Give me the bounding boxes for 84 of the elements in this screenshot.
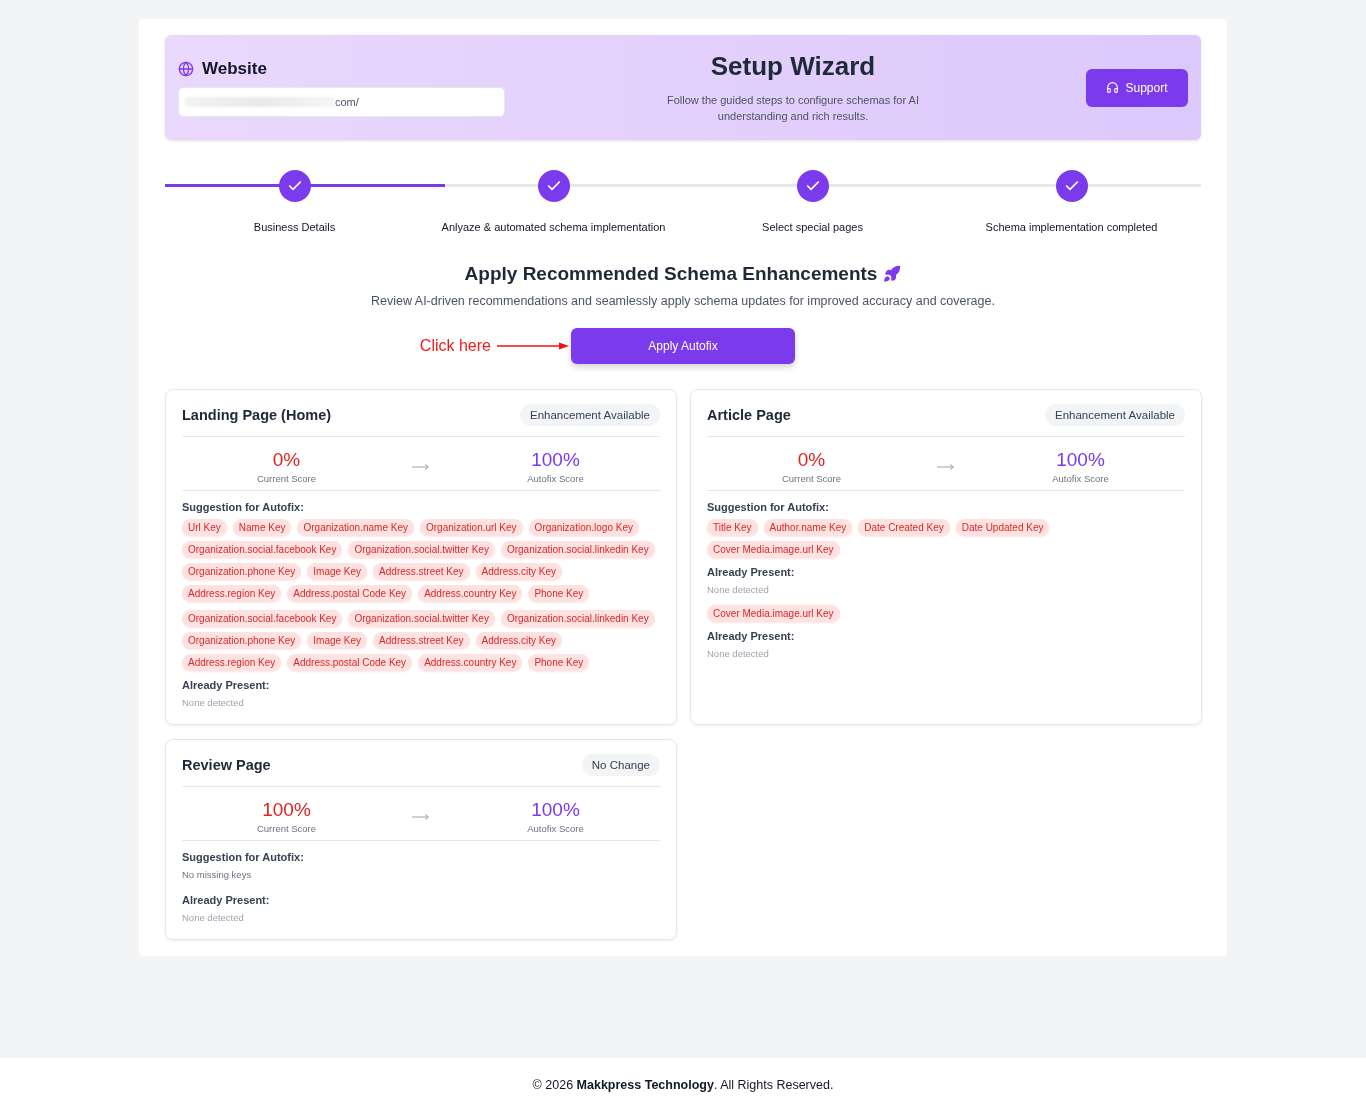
current-score: 0% [272, 449, 301, 471]
empty-note: None detected [182, 912, 245, 923]
key-tag: Address.city Key [475, 563, 563, 580]
section-heading: Suggestion for Autofix: [182, 501, 305, 513]
key-tag: Address.country Key [418, 585, 523, 602]
key-tag: Address.street Key [373, 563, 470, 580]
key-tag: Url Key [182, 519, 227, 536]
card-title: Review Page [182, 757, 271, 773]
key-tag: Address.region Key [182, 585, 282, 602]
section-heading: Already Present: [182, 894, 271, 906]
key-tag: Image Key [307, 632, 368, 649]
annotation-text: Click here [419, 337, 491, 355]
key-tag: Organization.phone Key [182, 632, 302, 649]
page-subtitle: Follow the guided steps to configure schemas for AI understanding and rich results. [666, 93, 920, 124]
section-description: Review AI-driven recommendations and seamlessly apply schema updates for improved accuracy and coverage. [371, 294, 995, 308]
key-tag: Organization.phone Key [182, 563, 302, 580]
autofix-score: 100% [1056, 449, 1105, 471]
copyright-text: © 2026 Makkpress Technology. All Rights Reserved. [532, 1078, 834, 1092]
section-heading: Already Present: [182, 679, 271, 691]
arrow-icon [412, 812, 430, 821]
empty-note: None detected [707, 584, 770, 595]
score-label: Autofix Score [1052, 473, 1109, 484]
key-tag: Address.postal Code Key [287, 654, 413, 671]
key-tag: Address.street Key [373, 632, 470, 649]
key-tag: Date Created Key [858, 519, 950, 536]
section-title: Apply Recommended Schema Enhancements [464, 263, 878, 285]
key-tag: Organization.social.twitter Key [348, 610, 495, 627]
key-tag: Organization.social.twitter Key [348, 541, 495, 558]
score-label: Autofix Score [527, 823, 584, 834]
section-heading: Already Present: [707, 566, 796, 578]
status-badge: Enhancement Available [1045, 404, 1185, 426]
status-badge: Enhancement Available [520, 404, 660, 426]
key-tag: Organization.social.linkedin Key [500, 610, 655, 627]
score-label: Current Score [256, 473, 317, 484]
support-button[interactable]: Support [1086, 68, 1188, 107]
key-tag: Cover Media.image.url Key [707, 541, 840, 558]
globe-icon [178, 60, 194, 77]
step-label: Select special pages [762, 221, 863, 233]
current-score: 100% [262, 799, 311, 821]
key-tag: Address.postal Code Key [287, 585, 413, 602]
empty-note: None detected [182, 697, 245, 708]
key-tag: Organization.name Key [297, 519, 414, 536]
autofix-score: 100% [531, 799, 580, 821]
website-field[interactable]: com/ [178, 86, 505, 117]
key-tag: Author.name Key [763, 519, 853, 536]
current-score: 0% [797, 449, 826, 471]
card-title: Article Page [707, 407, 791, 423]
section-heading: Already Present: [707, 630, 796, 642]
key-tag: Organization.social.facebook Key [182, 541, 343, 558]
key-tag: Organization.social.facebook Key [182, 610, 343, 627]
key-tag: Phone Key [528, 654, 590, 671]
key-tag: Address.region Key [182, 654, 282, 671]
score-label: Autofix Score [527, 473, 584, 484]
score-label: Current Score [256, 823, 317, 834]
status-text: No missing keys [182, 869, 253, 880]
section-heading: Suggestion for Autofix: [707, 501, 830, 513]
key-tag: Organization.logo Key [528, 519, 639, 536]
headset-icon [1106, 81, 1120, 94]
card-title: Landing Page (Home) [182, 407, 332, 423]
rocket-icon [883, 265, 902, 283]
key-tag: Cover Media.image.url Key [707, 605, 840, 622]
arrow-icon [937, 462, 955, 471]
empty-note: None detected [707, 648, 770, 659]
key-tag: Organization.social.linkedin Key [500, 541, 655, 558]
apply-autofix-button[interactable]: Apply Autofix [571, 328, 795, 364]
page-title: Setup Wizard [710, 51, 876, 82]
key-tag: Image Key [307, 563, 368, 580]
key-tag: Address.city Key [475, 632, 563, 649]
step-label: Schema implementation completed [985, 221, 1158, 233]
arrow-icon [412, 462, 430, 471]
key-tag: Title Key [707, 519, 758, 536]
website-label: Website [202, 58, 267, 79]
key-tag: Date Updated Key [955, 519, 1050, 536]
key-tag: Organization.url Key [420, 519, 523, 536]
step-label: Business Details [253, 221, 336, 233]
autofix-score: 100% [531, 449, 580, 471]
status-badge: No Change [581, 754, 660, 776]
key-tag: Address.country Key [418, 654, 523, 671]
step-label: Anlyaze & automated schema implementation [441, 221, 666, 233]
annotation-arrow [497, 342, 569, 350]
key-tag: Name Key [232, 519, 292, 536]
section-heading: Suggestion for Autofix: [182, 851, 305, 863]
key-tag: Phone Key [528, 585, 590, 602]
score-label: Current Score [781, 473, 842, 484]
